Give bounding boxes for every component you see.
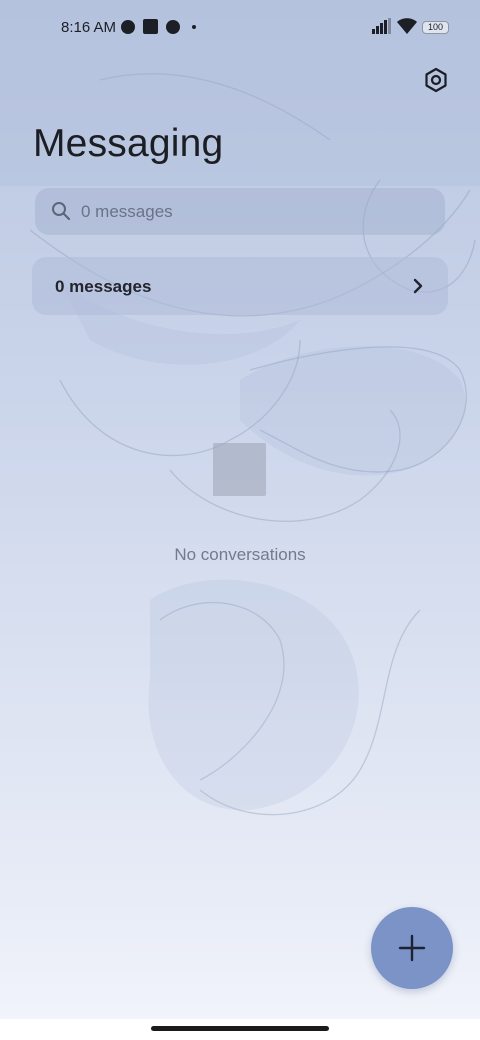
empty-state-text: No conversations — [174, 545, 306, 564]
status-bar: 8:16 AM 100 — [0, 0, 480, 56]
messages-summary-label: 0 messages — [55, 277, 152, 296]
plus-icon — [398, 934, 426, 962]
message-icon — [213, 443, 266, 496]
battery-icon: 100 — [422, 21, 449, 34]
search-icon — [52, 202, 71, 221]
status-time: 8:16 AM — [61, 19, 117, 36]
more-dot-icon — [192, 25, 196, 29]
messages-summary-row[interactable]: 0 messages — [32, 257, 448, 315]
settings-icon[interactable] — [422, 66, 450, 94]
page-title: Messaging — [33, 122, 224, 165]
notification-circle-icon — [166, 20, 180, 34]
navigation-bar — [0, 1019, 480, 1040]
search-bar[interactable] — [35, 188, 445, 235]
home-indicator[interactable] — [151, 1026, 329, 1031]
chevron-right-icon — [413, 278, 423, 294]
new-conversation-button[interactable] — [371, 907, 453, 989]
wifi-icon — [397, 18, 417, 34]
signal-icon — [372, 18, 391, 34]
notification-circle-icon — [121, 20, 135, 34]
notification-square-icon — [143, 19, 158, 34]
search-input[interactable] — [81, 188, 421, 235]
